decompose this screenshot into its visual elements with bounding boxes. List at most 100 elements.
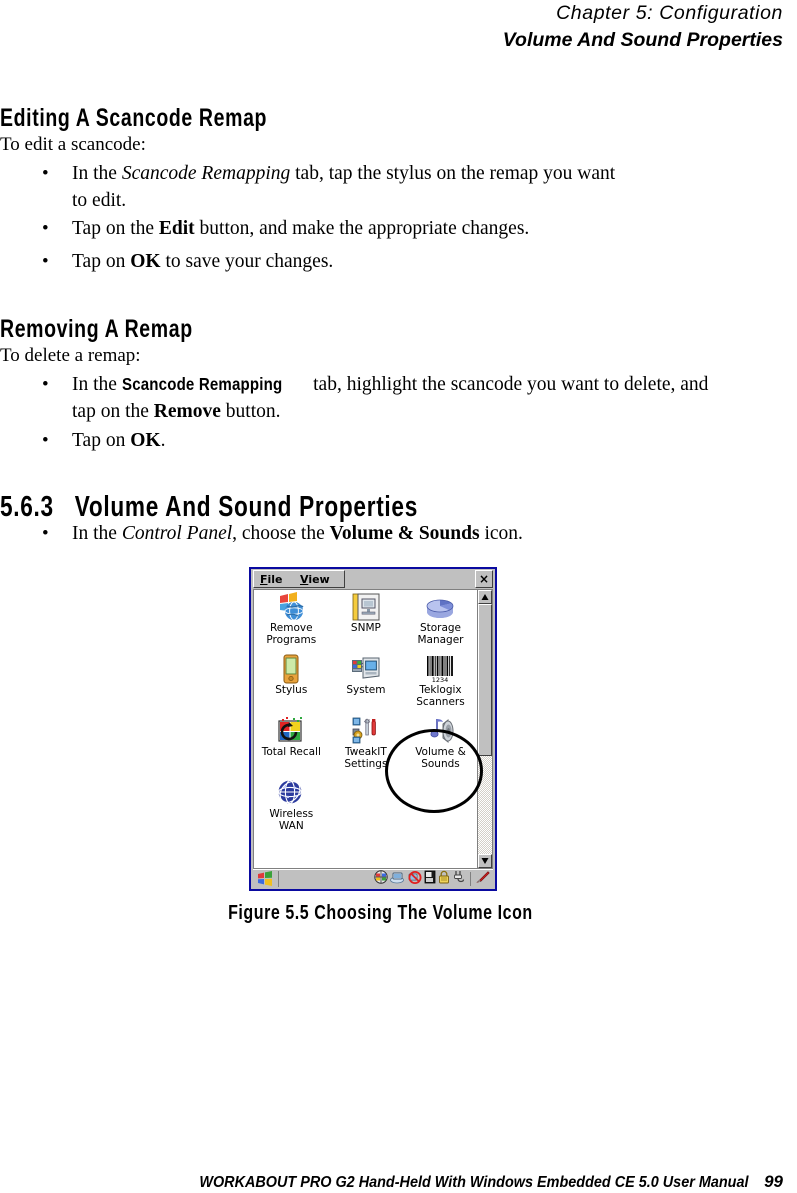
icon-volume-and-sounds[interactable]: Volume & Sounds bbox=[403, 714, 478, 770]
icon-label: SNMP bbox=[350, 622, 381, 634]
bullet-text-emphasis: Control Panel bbox=[121, 523, 233, 544]
volume-and-sounds-icon bbox=[403, 716, 478, 746]
icon-stylus[interactable]: Stylus bbox=[254, 652, 329, 708]
bullet-marker: • bbox=[42, 523, 49, 544]
lock-icon[interactable] bbox=[438, 869, 450, 888]
icon-total-recall[interactable]: Total Recall bbox=[254, 714, 329, 770]
icon-system[interactable]: System bbox=[329, 652, 404, 708]
bullet-text: In the Scancode Remapping tab, highlight… bbox=[72, 371, 752, 425]
menu-file-accel: F bbox=[260, 573, 268, 586]
control-panel-icon-area: g g y bbox=[253, 589, 479, 869]
icon-row: Wireless WAN bbox=[254, 776, 478, 832]
scrollbar-thumb[interactable] bbox=[478, 604, 492, 756]
vertical-scrollbar[interactable] bbox=[477, 589, 493, 869]
figure-caption: Figure 5.5 Choosing The Volume Icon bbox=[227, 902, 533, 924]
bullet-marker: • bbox=[42, 430, 49, 451]
bullet-marker: • bbox=[42, 374, 49, 395]
icon-tweakit-settings[interactable]: TweakIT Settings bbox=[329, 714, 404, 770]
bullet-text-strong: Volume & Sounds bbox=[329, 523, 480, 544]
icon-label: TweakIT Settings bbox=[344, 746, 388, 770]
bullet-marker: • bbox=[42, 163, 49, 184]
bullet-marker: • bbox=[42, 218, 49, 239]
tweakit-settings-icon bbox=[329, 716, 404, 746]
bullet-text-post: tab, highlight the scancode you want to … bbox=[308, 374, 709, 395]
bullet-text-strong: OK bbox=[130, 251, 161, 272]
device-taskbar bbox=[253, 869, 493, 887]
remove-programs-icon bbox=[254, 592, 329, 622]
icon-label: Storage Manager bbox=[417, 622, 464, 646]
bullet-text-post: icon. bbox=[479, 523, 523, 544]
icon-label: System bbox=[346, 684, 386, 696]
pc-card-icon[interactable] bbox=[424, 869, 436, 888]
power-plug-icon[interactable] bbox=[452, 869, 466, 888]
heading-number: 5.6.3 bbox=[0, 491, 54, 523]
bullet-text-strong: OK bbox=[130, 430, 161, 451]
list-item: • Tap on OK. bbox=[0, 427, 760, 455]
lead-to-delete-a-remap: To delete a remap: bbox=[0, 345, 141, 366]
bullet-text-pre: In the bbox=[72, 163, 122, 184]
icon-wireless-wan[interactable]: Wireless WAN bbox=[254, 776, 329, 832]
icon-storage-manager[interactable]: Storage Manager bbox=[403, 590, 478, 646]
stylus-icon bbox=[254, 654, 329, 684]
bullet-marker: • bbox=[42, 251, 49, 272]
no-connection-icon[interactable] bbox=[407, 869, 422, 888]
list-item: • Tap on OK to save your changes. bbox=[0, 248, 760, 276]
page-running-header: Chapter 5: Configuration Volume And Soun… bbox=[0, 0, 783, 53]
bullet-text: In the Scancode Remapping tab, tap the s… bbox=[72, 160, 752, 214]
bullet-text-pre: In the bbox=[72, 523, 122, 544]
lead-to-edit-a-scancode: To edit a scancode: bbox=[0, 134, 146, 155]
bullet-text: Tap on OK to save your changes. bbox=[72, 248, 752, 275]
page-footer: WORKABOUT PRO G2 Hand-Held With Windows … bbox=[0, 1172, 783, 1192]
bullet-text-pre: Tap on the bbox=[72, 218, 159, 239]
icon-cell-empty bbox=[329, 776, 404, 832]
bullet-text-pre: In the bbox=[72, 374, 122, 395]
icon-label: Remove Programs bbox=[266, 622, 317, 646]
icon-cell-empty bbox=[403, 776, 478, 832]
scrollbar-track[interactable] bbox=[478, 604, 492, 854]
list-item: • Tap on the Edit button, and make the a… bbox=[0, 215, 760, 243]
start-button-icon[interactable] bbox=[254, 870, 279, 887]
bullet-text-mid: , choose the bbox=[232, 523, 330, 544]
icon-label: Stylus bbox=[275, 684, 308, 696]
bullet-text-tabname: Scancode Remapping bbox=[121, 374, 283, 394]
bullet-text-strong: Remove bbox=[153, 401, 221, 422]
bullet-text-line2: to edit. bbox=[72, 190, 127, 211]
bullet-text-pre: Tap on bbox=[72, 251, 131, 272]
icon-snmp[interactable]: SNMP bbox=[329, 590, 404, 646]
desktop-icon[interactable] bbox=[390, 869, 405, 888]
scroll-down-icon[interactable] bbox=[478, 854, 492, 868]
page-number: 99 bbox=[764, 1172, 783, 1191]
menu-view-rest: iew bbox=[308, 573, 330, 586]
icon-row: Total Recall TweakIT Settings Volume & S… bbox=[254, 714, 478, 770]
bullet-text-post: . bbox=[160, 430, 166, 451]
list-item: • In the Control Panel, choose the Volum… bbox=[0, 520, 760, 548]
menu-item-view[interactable]: View bbox=[300, 573, 330, 586]
system-icon bbox=[329, 654, 404, 684]
menu-group: File View bbox=[253, 570, 345, 588]
wireless-wan-globe-icon bbox=[254, 778, 329, 808]
icon-label: Teklogix Scanners bbox=[416, 684, 465, 708]
stylus-pen-icon[interactable] bbox=[475, 869, 491, 888]
icon-remove-programs[interactable]: Remove Programs bbox=[254, 590, 329, 646]
list-item: • In the Scancode Remapping tab, highlig… bbox=[0, 371, 760, 425]
bullet-text: Tap on the Edit button, and make the app… bbox=[72, 215, 752, 242]
barcode-digits: 1234 bbox=[432, 676, 449, 684]
menu-file-rest: ile bbox=[267, 573, 283, 586]
icon-grid: g g y bbox=[254, 590, 478, 832]
teklogix-scanners-barcode-icon: 1234 bbox=[403, 654, 478, 684]
heading-editing-a-scancode-remap: Editing A Scancode Remap bbox=[0, 104, 268, 132]
control-panel-window[interactable]: File View × g g y bbox=[249, 567, 497, 891]
bullet-text-post: button, and make the appropriate changes… bbox=[194, 218, 530, 239]
network-globe-icon[interactable] bbox=[374, 869, 388, 888]
scroll-up-icon[interactable] bbox=[478, 590, 492, 604]
list-item: • In the Scancode Remapping tab, tap the… bbox=[0, 160, 760, 214]
bullet-text-emphasis: Scancode Remapping bbox=[121, 163, 291, 184]
bullet-text-post: tab, tap the stylus on the remap you wan… bbox=[290, 163, 616, 184]
icon-row: Remove Programs SNMP Storage Manager bbox=[254, 590, 478, 646]
close-icon[interactable]: × bbox=[475, 570, 493, 588]
window-menu-bar: File View × bbox=[251, 569, 495, 589]
icon-teklogix-scanners[interactable]: 1234 Teklogix Scanners bbox=[403, 652, 478, 708]
icon-label: Total Recall bbox=[261, 746, 321, 758]
menu-item-file[interactable]: File bbox=[260, 573, 283, 586]
tray-separator bbox=[470, 871, 471, 886]
